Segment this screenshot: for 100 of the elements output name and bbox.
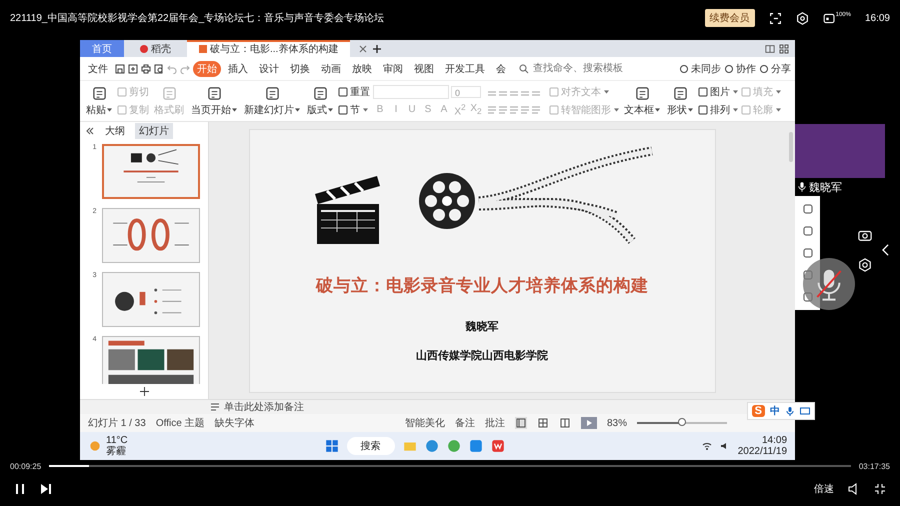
notes-button[interactable]: 备注: [454, 416, 475, 430]
microphone-icon[interactable]: [785, 406, 795, 416]
ime-mode[interactable]: 中: [770, 404, 780, 418]
document-tab[interactable]: 破与立：电影...养体系的构建: [187, 40, 350, 57]
caret-icon: [655, 108, 660, 112]
zoom-level: 83%: [606, 418, 627, 428]
temperature: 11°C: [106, 435, 128, 446]
input-method-bar[interactable]: S 中: [746, 402, 815, 420]
panel-tab[interactable]: 大纲: [101, 123, 129, 139]
battery-icon: [822, 12, 836, 24]
settings-icon[interactable]: [796, 12, 809, 24]
slide-author: 魏晓军: [466, 320, 498, 334]
window-layout-icon[interactable]: [765, 44, 775, 54]
ribbon-tab[interactable]: 切换: [286, 60, 314, 76]
keyboard-icon[interactable]: [800, 406, 810, 416]
ribbon-tab[interactable]: 开发工具: [441, 60, 489, 76]
caret-icon: [604, 90, 609, 94]
add-slide-icon[interactable]: [140, 387, 148, 396]
ribbon-button[interactable]: 新建幻灯片: [242, 84, 302, 118]
app-icon[interactable]: [468, 439, 483, 453]
caret-icon: [232, 108, 237, 112]
ribbon-tab[interactable]: 插入: [224, 60, 252, 76]
export-icon[interactable]: [128, 64, 138, 74]
next-icon[interactable]: [40, 483, 52, 495]
close-icon[interactable]: [358, 44, 368, 54]
office-app-icon[interactable]: [490, 439, 505, 453]
search-field[interactable]: 查找命令、搜索模板: [519, 62, 631, 75]
caret-icon: [295, 108, 300, 112]
video-title: 221119_中国高等院校影视学会第22届年会_专场论坛七：音乐与声音专委会专场论坛: [10, 12, 386, 25]
comments-button[interactable]: 批注: [484, 416, 505, 430]
ribbon-button[interactable]: 图片: [698, 85, 738, 99]
total-time: 03:17:35: [858, 462, 890, 470]
ribbon-button[interactable]: 形状: [665, 84, 695, 118]
pause-icon[interactable]: [14, 483, 26, 495]
ribbon-button[interactable]: 重置: [338, 85, 370, 99]
ribbon-tab[interactable]: 审阅: [379, 60, 407, 76]
weather-text: 雾霾: [106, 446, 127, 457]
microphone-icon: [798, 181, 806, 193]
grid-icon[interactable]: [779, 44, 789, 54]
ribbon-tab[interactable]: 动画: [317, 60, 345, 76]
font-name-field[interactable]: [373, 84, 449, 99]
settings-icon[interactable]: [858, 258, 872, 272]
beautify-button[interactable]: 智能美化: [404, 416, 445, 430]
ribbon-button[interactable]: 版式: [305, 84, 335, 118]
play-slideshow-button[interactable]: [580, 417, 597, 429]
camera-icon[interactable]: [858, 228, 872, 242]
notes-placeholder[interactable]: 单击此处添加备注: [224, 400, 304, 414]
caret-icon: [363, 108, 368, 112]
preview-icon[interactable]: [154, 64, 164, 74]
muted-microphone-button[interactable]: [803, 258, 855, 310]
sidebar-tool-icon[interactable]: [802, 248, 812, 258]
ribbon-button[interactable]: 排列: [698, 103, 738, 117]
collapse-icon[interactable]: [85, 126, 95, 136]
elapsed-time: 00:09:25: [10, 462, 42, 470]
ribbon-button[interactable]: 当页开始: [189, 84, 239, 118]
caret-icon: [733, 108, 738, 112]
circle-icon: [679, 64, 689, 74]
caret-icon: [107, 108, 112, 112]
view-mode-icon[interactable]: [558, 417, 571, 429]
speaker-name: 魏晓军: [809, 180, 842, 194]
missing-font-button[interactable]: 缺失字体: [214, 416, 255, 430]
browser-icon[interactable]: [424, 439, 439, 453]
toolbar-action[interactable]: 分享: [759, 62, 791, 76]
sun-icon: [88, 439, 102, 453]
clock: 16:09: [864, 12, 890, 24]
vip-renew-button[interactable]: 续费会员: [704, 9, 755, 27]
panel-tab[interactable]: 幻灯片: [135, 123, 173, 139]
print-icon[interactable]: [141, 64, 151, 74]
ribbon-button[interactable]: 粘贴: [84, 84, 114, 118]
caret-icon: [733, 90, 738, 94]
start-icon[interactable]: [324, 439, 339, 453]
taskbar-search[interactable]: 搜索: [346, 437, 395, 455]
caret-icon: [776, 90, 781, 94]
sidebar-tool-icon[interactable]: [802, 226, 812, 236]
notes-icon: [210, 402, 220, 412]
exit-fullscreen-icon[interactable]: [874, 483, 886, 495]
slide-institution: 山西传媒学院山西电影学院: [416, 348, 548, 362]
caret-icon: [776, 108, 781, 112]
save-icon[interactable]: [115, 64, 125, 74]
ribbon-tab[interactable]: 放映: [348, 60, 376, 76]
chevron-left-icon[interactable]: [882, 244, 889, 256]
ribbon-tab[interactable]: 视图: [410, 60, 438, 76]
scrollbar[interactable]: [789, 132, 793, 162]
taskbar-time: 14:09: [762, 435, 788, 446]
ribbon-button[interactable]: 文本框: [622, 84, 662, 118]
theme-name: Office 主题: [156, 416, 205, 430]
document-tab[interactable]: 首页: [80, 40, 124, 57]
toolbar-action[interactable]: 协作: [724, 62, 756, 76]
ribbon-tab[interactable]: 设计: [255, 60, 283, 76]
wifi-icon[interactable]: [702, 441, 712, 451]
sidebar-tool-icon[interactable]: [802, 204, 812, 214]
speed-button[interactable]: 倍速: [814, 482, 834, 496]
ribbon-button[interactable]: 节: [338, 103, 370, 117]
view-mode-icon[interactable]: [514, 417, 527, 429]
circle-icon: [759, 64, 769, 74]
add-tab-icon[interactable]: [372, 44, 382, 54]
ribbon-tab[interactable]: 会: [492, 60, 510, 76]
file-menu[interactable]: 文件: [84, 60, 112, 76]
view-mode-icon[interactable]: [536, 417, 549, 429]
toolbar-action[interactable]: 未同步: [679, 62, 721, 76]
